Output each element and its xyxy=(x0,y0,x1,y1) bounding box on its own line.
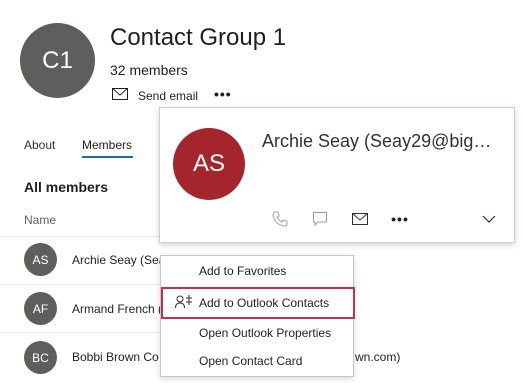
member-count: 32 members xyxy=(110,62,188,78)
menu-item-add-to-outlook-contacts[interactable]: Add to Outlook Contacts xyxy=(161,287,355,319)
menu-item-label: Open Contact Card xyxy=(199,354,303,368)
column-header-name[interactable]: Name xyxy=(24,213,56,227)
avatar: AS xyxy=(24,243,57,276)
group-avatar: C1 xyxy=(20,23,95,98)
menu-item-open-outlook-properties[interactable]: Open Outlook Properties xyxy=(161,319,355,347)
phone-icon[interactable] xyxy=(260,211,300,227)
send-email-label: Send email xyxy=(138,88,199,103)
menu-item-label: Open Outlook Properties xyxy=(199,326,332,340)
menu-item-add-to-favorites[interactable]: Add to Favorites xyxy=(161,257,355,285)
member-name: Archie Seay (Sea xyxy=(72,253,166,267)
more-options-button[interactable]: ••• xyxy=(214,86,232,102)
more-icon[interactable]: ••• xyxy=(380,211,420,227)
member-name-suffix: wn.com) xyxy=(355,350,401,364)
menu-item-label: Add to Favorites xyxy=(199,264,287,278)
contact-card: AS Archie Seay (Seay29@big… ••• xyxy=(159,107,515,243)
member-name: Armand French ( xyxy=(72,302,163,316)
menu-item-open-contact-card[interactable]: Open Contact Card xyxy=(161,347,355,375)
group-title: Contact Group 1 xyxy=(110,24,287,51)
chevron-down-icon[interactable] xyxy=(482,211,496,229)
mail-icon[interactable] xyxy=(340,213,380,225)
tab-members[interactable]: Members xyxy=(82,138,132,152)
mail-icon xyxy=(112,88,128,103)
avatar: BC xyxy=(24,341,57,374)
contact-card-avatar: AS xyxy=(173,128,245,200)
section-title: All members xyxy=(24,179,109,195)
context-menu: Add to Favorites Add to Outlook Contacts… xyxy=(160,255,355,377)
tab-selected-indicator xyxy=(82,156,133,158)
member-name: Bobbi Brown Co xyxy=(72,350,159,364)
tab-about[interactable]: About xyxy=(24,138,55,152)
send-email-button[interactable]: Send email xyxy=(112,88,198,103)
chat-icon[interactable] xyxy=(300,211,340,227)
avatar: AF xyxy=(24,292,57,325)
menu-item-label: Add to Outlook Contacts xyxy=(199,296,330,310)
add-contact-icon xyxy=(175,295,193,312)
contact-card-name: Archie Seay (Seay29@big… xyxy=(262,131,492,151)
